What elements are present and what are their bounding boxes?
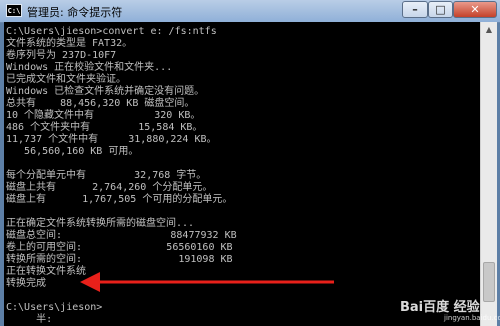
console-line: 文件系统的类型是 FAT32。 <box>6 38 133 49</box>
title-bar[interactable]: C:\ 管理员: 命令提示符 – □ ✕ <box>0 0 500 23</box>
ime-indicator-line: 半: <box>6 314 53 325</box>
scrollbar-thumb[interactable] <box>483 262 495 302</box>
console-line: 11,737 个文件中有 31,880,224 KB。 <box>6 134 217 145</box>
vertical-scrollbar[interactable]: ▲ <box>480 22 497 326</box>
cmd-app-icon[interactable]: C:\ <box>6 4 22 17</box>
console-line: 磁盘总空间: 88477932 KB <box>6 230 237 241</box>
cmd-window: C:\ 管理员: 命令提示符 – □ ✕ C:\Users\jieson>con… <box>0 0 500 326</box>
console-line: 正在转换文件系统 <box>6 266 86 277</box>
console-output[interactable]: C:\Users\jieson>convert e: /fs:ntfs 文件系统… <box>4 22 480 326</box>
console-line: 磁盘上有 1,767,505 个可用的分配单元。 <box>6 194 233 205</box>
minimize-button[interactable]: – <box>402 1 428 18</box>
console-line: 486 个文件夹中有 15,584 KB。 <box>6 122 203 133</box>
console-line: C:\Users\jieson>convert e: /fs:ntfs <box>6 26 217 37</box>
console-line: 每个分配单元中有 32,768 字节。 <box>6 170 207 181</box>
console-line: 56,560,160 KB 可用。 <box>6 146 139 157</box>
console-line: 已完成文件和文件夹验证。 <box>6 74 126 85</box>
console-line: 卷序列号为 237D-10F7 <box>6 50 117 61</box>
scroll-up-arrow-icon[interactable]: ▲ <box>481 22 497 38</box>
conversion-complete-line: 转换完成 <box>6 278 46 289</box>
close-button[interactable]: ✕ <box>453 1 497 18</box>
console-line: 转换所需的空间: 191098 KB <box>6 254 233 265</box>
console-line: 磁盘上共有 2,764,260 个分配单元。 <box>6 182 213 193</box>
console-line: 总共有 88,456,320 KB 磁盘空间。 <box>6 98 195 109</box>
console-prompt-line: C:\Users\jieson> <box>6 302 103 313</box>
baidu-watermark-logo: Bai百度 经验 <box>400 300 480 315</box>
console-line: Windows 正在校验文件和文件夹... <box>6 62 173 73</box>
baidu-watermark-url: jingyan.baidu.com <box>444 314 500 322</box>
console-line: 卷上的可用空间: 56560160 KB <box>6 242 233 253</box>
console-line: 正在确定文件系统转换所需的磁盘空间... <box>6 218 195 229</box>
console-line: Windows 已检查文件系统并确定没有问题。 <box>6 86 205 97</box>
console-line: 10 个隐藏文件中有 320 KB。 <box>6 110 201 121</box>
window-title: 管理员: 命令提示符 <box>27 6 123 19</box>
maximize-button[interactable]: □ <box>428 1 453 18</box>
